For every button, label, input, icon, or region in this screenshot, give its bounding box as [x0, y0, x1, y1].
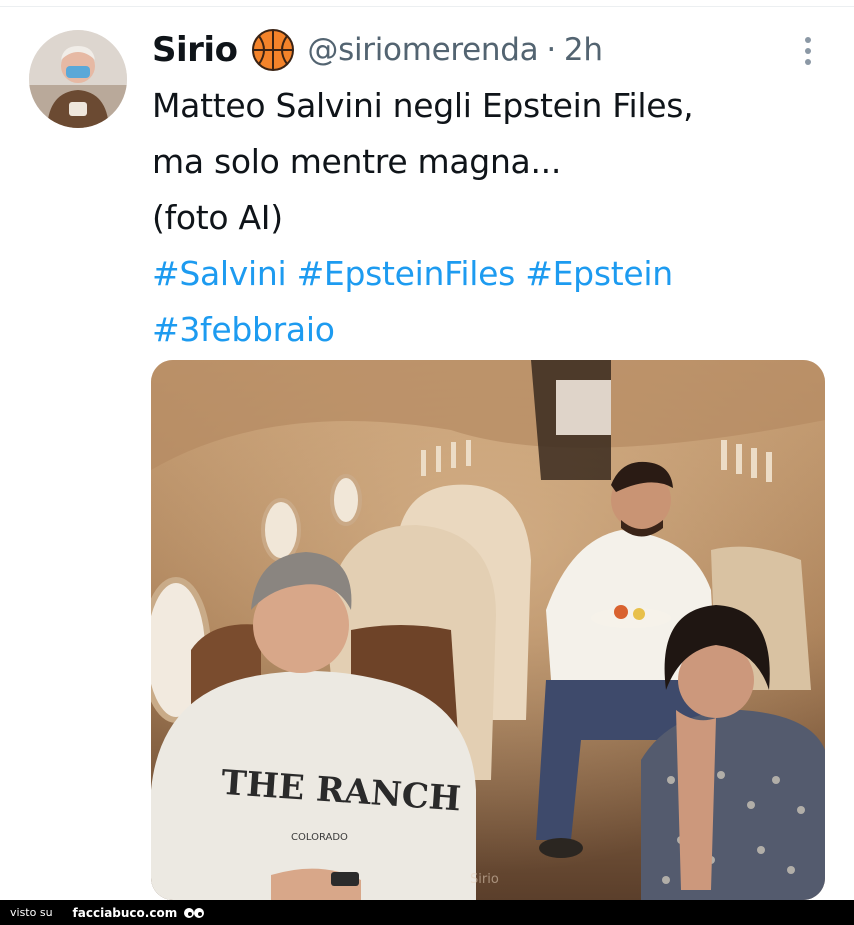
hashtag-link[interactable]: #EpsteinFiles [297, 254, 516, 293]
hashtag-link[interactable]: #Salvini [152, 254, 287, 293]
tweet-text-line: (foto AI) [152, 198, 283, 237]
tweet-text-line: Matteo Salvini negli Epstein Files, [152, 86, 694, 125]
more-options-icon[interactable] [804, 36, 812, 66]
avatar[interactable] [29, 30, 127, 128]
site-footer: visto su facciabuco.com [0, 900, 854, 925]
header-separator: · [546, 32, 556, 68]
footer-site-link[interactable]: facciabuco.com [73, 906, 178, 920]
top-divider [0, 6, 854, 7]
tweet-header: Sirio @siriomerenda · 2h [152, 26, 603, 74]
hashtag-line: #3febbraio [152, 302, 812, 358]
hashtag-line: #Salvini #EpsteinFiles #Epstein [152, 246, 812, 302]
sweater-subtext: COLORADO [291, 832, 348, 843]
basketball-icon [252, 29, 295, 71]
hashtag-link[interactable]: #Epstein [525, 254, 673, 293]
footer-visto-label: visto su [10, 906, 53, 919]
author-name[interactable]: Sirio [152, 30, 238, 70]
avatar-image [29, 30, 127, 128]
author-handle[interactable]: @siriomerenda [307, 32, 538, 68]
hashtag-link[interactable]: #3febbraio [152, 310, 335, 349]
tweet-text: Matteo Salvini negli Epstein Files, ma s… [152, 78, 812, 358]
tweet-text-line: ma solo mentre magna... [152, 142, 562, 181]
eyes-icon [184, 907, 205, 918]
tweet-photo[interactable]: THE RANCH COLORADO [151, 360, 825, 900]
tweet-time[interactable]: 2h [564, 32, 603, 68]
photo-illustration: THE RANCH COLORADO [151, 360, 825, 900]
photo-watermark: Sirio [470, 872, 499, 887]
